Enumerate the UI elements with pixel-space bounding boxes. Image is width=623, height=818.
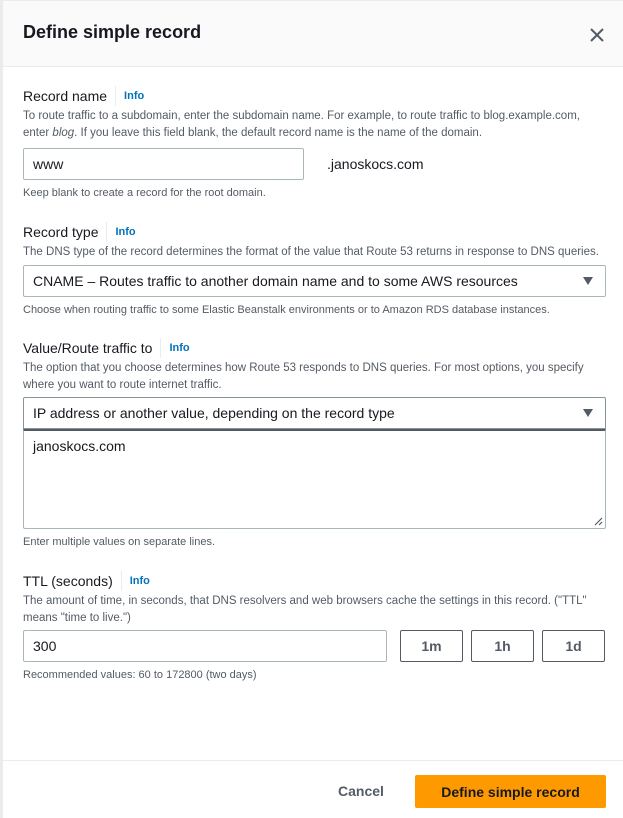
record-name-description: To route traffic to a subdomain, enter t… [23, 110, 580, 139]
value-constraint: Enter multiple values on separate lines. [23, 536, 215, 548]
modal-title: Define simple record [23, 22, 202, 42]
label-divider [106, 222, 108, 242]
ttl-input[interactable]: 300 [23, 630, 387, 662]
ttl-1d-button[interactable]: 1d [542, 630, 605, 662]
record-type-select[interactable]: CNAME – Routes traffic to another domain… [23, 264, 606, 297]
ttl-description: The amount of time, in seconds, that DNS… [23, 595, 587, 624]
domain-suffix: .janoskocs.com [327, 156, 424, 172]
value-textarea[interactable]: janoskocs.com [23, 429, 606, 529]
ttl-constraint: Recommended values: 60 to 172800 (two da… [23, 669, 257, 681]
record-type-info-link[interactable]: Info [115, 226, 135, 238]
record-type-selected: CNAME – Routes traffic to another domain… [33, 272, 518, 289]
define-simple-record-modal: Define simple record Record name Info To… [3, 0, 623, 818]
define-simple-record-button[interactable]: Define simple record [415, 775, 606, 808]
ttl-1h-button[interactable]: 1h [471, 630, 534, 662]
record-type-label: Record type [23, 224, 99, 240]
route-traffic-select[interactable]: IP address or another value, depending o… [23, 397, 606, 429]
ttl-info-link[interactable]: Info [130, 575, 150, 587]
close-button[interactable] [585, 23, 609, 47]
route-traffic-selected: IP address or another value, depending o… [33, 405, 395, 421]
ttl-field: TTL (seconds) Info The amount of time, i… [23, 571, 606, 683]
cancel-button[interactable]: Cancel [338, 783, 384, 799]
record-type-constraint: Choose when routing traffic to some Elas… [23, 303, 550, 316]
value-route-info-link[interactable]: Info [169, 342, 189, 354]
close-icon [590, 28, 604, 42]
value-route-label: Value/Route traffic to [23, 340, 153, 356]
record-type-description: The DNS type of the record determines th… [23, 246, 599, 258]
record-name-input[interactable]: www [23, 148, 304, 180]
resize-handle-icon[interactable] [593, 516, 603, 526]
value-route-description: The option that you choose determines ho… [23, 362, 584, 391]
value-route-field: Value/Route traffic to Info The option t… [23, 338, 606, 550]
value-text: janoskocs.com [33, 438, 126, 454]
record-name-constraint: Keep blank to create a record for the ro… [23, 187, 266, 199]
caret-down-icon [583, 276, 593, 285]
label-divider [115, 86, 117, 106]
record-name-field: Record name Info To route traffic to a s… [23, 86, 606, 201]
record-name-info-link[interactable]: Info [124, 90, 144, 102]
ttl-label: TTL (seconds) [23, 573, 113, 589]
record-type-field: Record type Info The DNS type of the rec… [23, 222, 606, 318]
record-name-label: Record name [23, 88, 108, 104]
ttl-1m-button[interactable]: 1m [400, 630, 463, 662]
modal-footer: Cancel Define simple record [3, 760, 623, 818]
caret-down-icon [583, 409, 593, 417]
modal-header: Define simple record [3, 0, 623, 67]
label-divider [160, 338, 162, 358]
label-divider [120, 571, 122, 591]
